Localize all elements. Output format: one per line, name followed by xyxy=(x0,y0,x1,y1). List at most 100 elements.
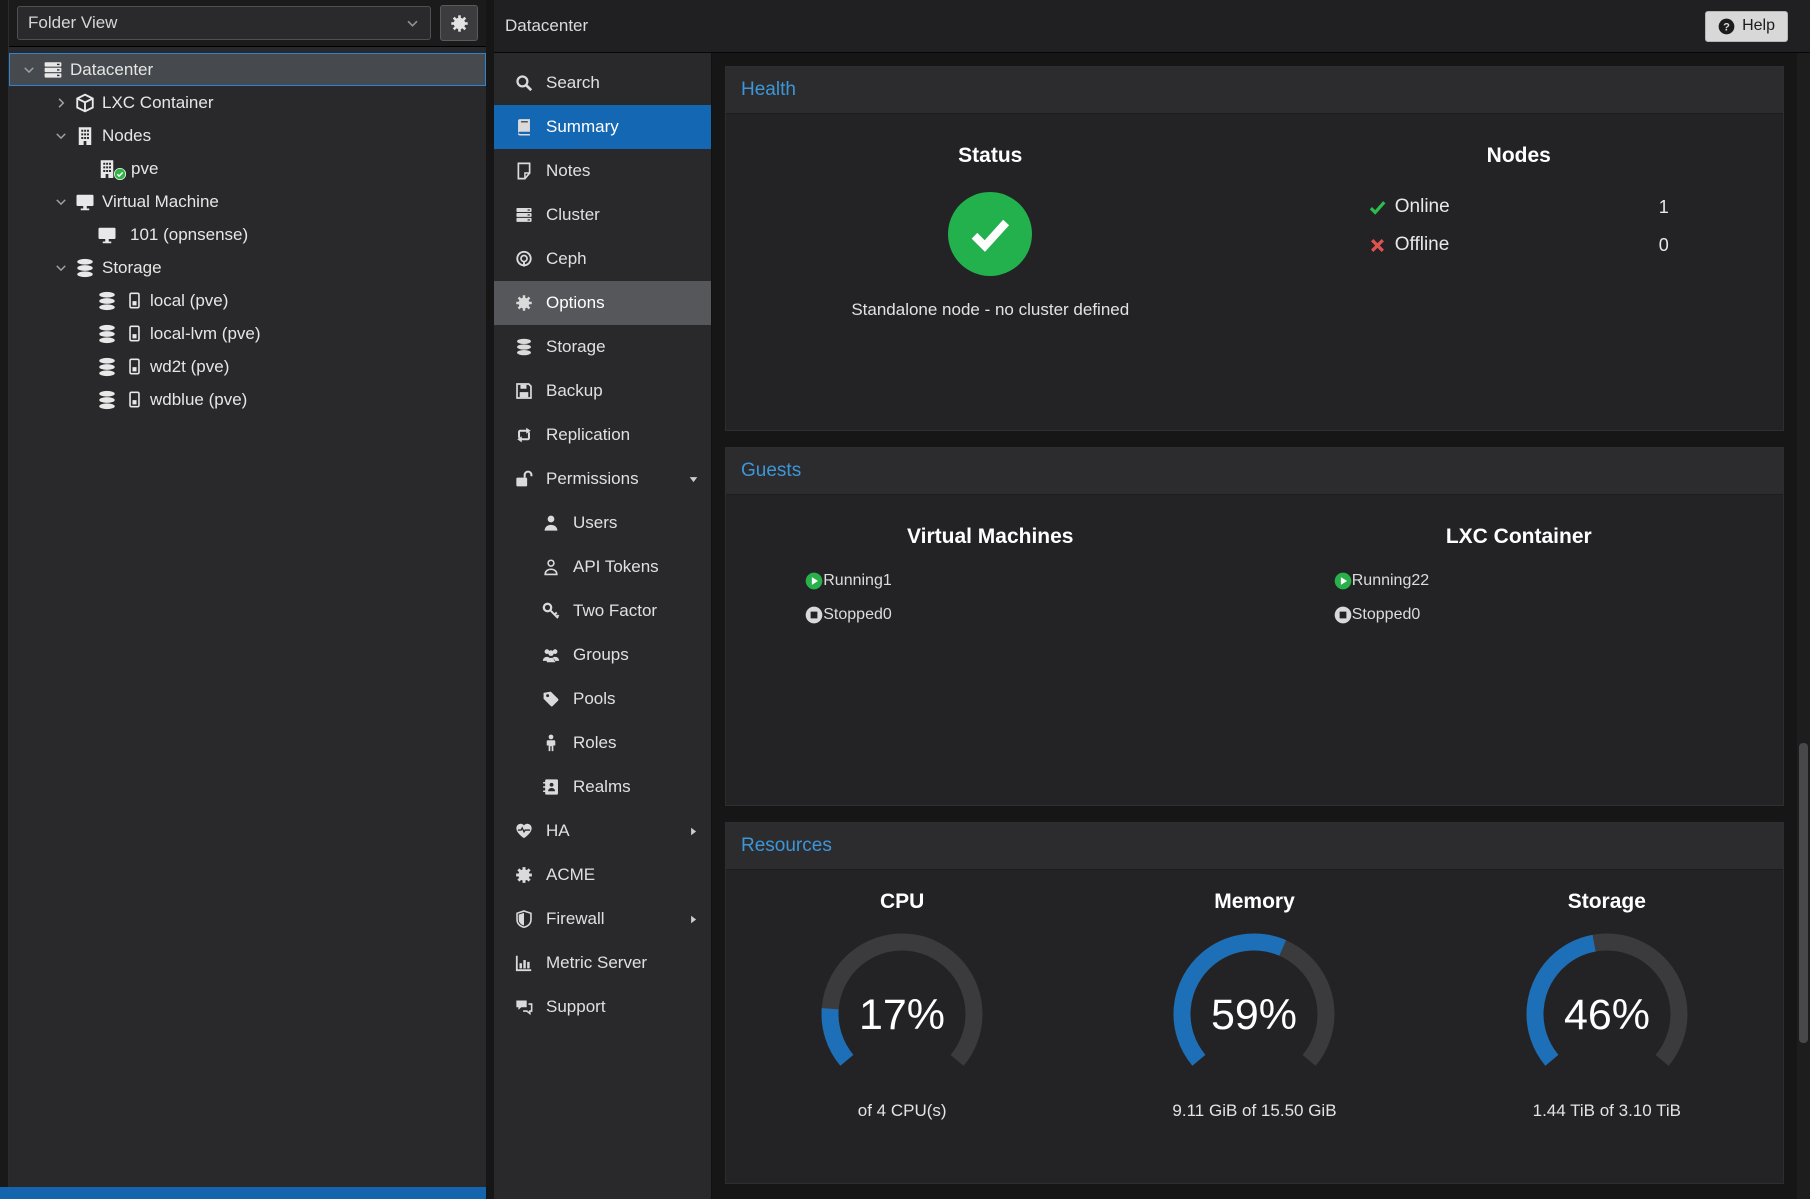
menu-item-cluster[interactable]: Cluster xyxy=(494,193,711,237)
server-stack-icon xyxy=(515,206,533,224)
vm-icon xyxy=(97,225,117,245)
tree-item-lxc-container[interactable]: LXC Container xyxy=(9,86,486,119)
users-icon xyxy=(542,646,560,664)
cluster-status-message: Standalone node - no cluster defined xyxy=(726,300,1255,320)
view-mode-select[interactable]: Folder View xyxy=(17,6,431,40)
section-menu: Search Summary Notes Cluster Ceph Option… xyxy=(494,53,712,1199)
tree-item-storage-local[interactable]: local (pve) xyxy=(9,284,486,317)
menu-item-two-factor[interactable]: Two Factor xyxy=(494,589,711,633)
menu-item-api-tokens[interactable]: API Tokens xyxy=(494,545,711,589)
menu-label: Support xyxy=(546,997,606,1017)
tree-item-label: wd2t (pve) xyxy=(150,357,229,377)
tree-item-storage[interactable]: Storage xyxy=(9,251,486,284)
caret-right-icon xyxy=(688,826,699,837)
view-mode-value: Folder View xyxy=(28,13,117,33)
tree-item-label: Virtual Machine xyxy=(102,192,219,212)
menu-item-groups[interactable]: Groups xyxy=(494,633,711,677)
lxc-running-row: Running 22 xyxy=(1334,569,1704,593)
page-title: Datacenter xyxy=(505,16,588,36)
tree-item-vm-101[interactable]: 101 (opnsense) xyxy=(9,218,486,251)
row-value: 1 xyxy=(1659,197,1669,218)
menu-item-acme[interactable]: ACME xyxy=(494,853,711,897)
menu-item-pools[interactable]: Pools xyxy=(494,677,711,721)
content-header-bar: Datacenter ? Help xyxy=(494,0,1810,53)
help-button[interactable]: ? Help xyxy=(1705,11,1788,42)
resources-panel: Resources CPU 17% of 4 CPU(s) Memory xyxy=(725,822,1784,1184)
menu-item-storage[interactable]: Storage xyxy=(494,325,711,369)
menu-item-realms[interactable]: Realms xyxy=(494,765,711,809)
vm-column: Virtual Machines Running 1 Stopped 0 xyxy=(726,495,1255,805)
menu-label: Backup xyxy=(546,381,603,401)
scrollbar-thumb[interactable] xyxy=(1799,743,1808,1043)
stop-circle-icon xyxy=(1334,606,1352,624)
menu-item-ha[interactable]: HA xyxy=(494,809,711,853)
tree-item-storage-wd2t[interactable]: wd2t (pve) xyxy=(9,350,486,383)
vm-stopped-row: Stopped 0 xyxy=(805,603,1175,627)
row-label: Offline xyxy=(1395,234,1450,256)
menu-label: Replication xyxy=(546,425,630,445)
tree-item-storage-wdblue[interactable]: wdblue (pve) xyxy=(9,383,486,416)
tree-item-label: local (pve) xyxy=(150,291,228,311)
replication-arrows-icon xyxy=(515,426,533,444)
row-value: 0 xyxy=(1411,606,1420,624)
menu-item-permissions[interactable]: Permissions xyxy=(494,457,711,501)
tree-item-pve[interactable]: pve xyxy=(9,152,486,185)
floppy-icon xyxy=(515,382,533,400)
cpu-gauge-column: CPU 17% of 4 CPU(s) xyxy=(726,870,1078,1183)
menu-item-roles[interactable]: Roles xyxy=(494,721,711,765)
monitor-icon xyxy=(75,192,95,212)
chevron-down-icon[interactable] xyxy=(22,63,36,77)
lxc-heading: LXC Container xyxy=(1255,525,1784,549)
row-value: 0 xyxy=(883,606,892,624)
chevron-right-icon[interactable] xyxy=(54,96,68,110)
menu-item-options[interactable]: Options xyxy=(494,281,711,325)
menu-item-backup[interactable]: Backup xyxy=(494,369,711,413)
tree-item-virtual-machine[interactable]: Virtual Machine xyxy=(9,185,486,218)
menu-item-search[interactable]: Search xyxy=(494,61,711,105)
shield-icon xyxy=(515,910,533,928)
menu-item-notes[interactable]: Notes xyxy=(494,149,711,193)
menu-item-summary[interactable]: Summary xyxy=(494,105,711,149)
play-circle-icon xyxy=(805,572,823,590)
online-badge-icon xyxy=(114,168,126,180)
row-label: Stopped xyxy=(1352,606,1412,624)
menu-item-users[interactable]: Users xyxy=(494,501,711,545)
user-outline-icon xyxy=(542,558,560,576)
svg-text:59%: 59% xyxy=(1211,991,1297,1039)
menu-label: Pools xyxy=(573,689,616,709)
health-status-column: Status Standalone node - no cluster defi… xyxy=(726,114,1255,430)
database-icon xyxy=(97,357,117,377)
chevron-down-icon[interactable] xyxy=(54,195,68,209)
menu-item-ceph[interactable]: Ceph xyxy=(494,237,711,281)
menu-label: Notes xyxy=(546,161,590,181)
window-edge xyxy=(0,0,9,1199)
tree-settings-button[interactable] xyxy=(440,5,478,41)
row-label: Running xyxy=(823,572,883,590)
chevron-down-icon[interactable] xyxy=(54,261,68,275)
main-region: Datacenter ? Help Search Summary Notes C… xyxy=(494,0,1810,1199)
health-panel: Health Status Standalone node - no clust… xyxy=(725,66,1784,431)
gear-icon xyxy=(450,14,469,33)
tag-icon xyxy=(542,690,560,708)
database-icon xyxy=(515,338,533,356)
chevron-down-icon[interactable] xyxy=(54,129,68,143)
tree-item-nodes[interactable]: Nodes xyxy=(9,119,486,152)
menu-label: Permissions xyxy=(546,469,639,489)
content-scrollbar[interactable] xyxy=(1797,53,1810,1199)
vm-running-row: Running 1 xyxy=(805,569,1175,593)
health-nodes-column: Nodes Online 1 Offline 0 xyxy=(1255,114,1784,430)
drive-icon xyxy=(126,325,143,342)
storage-heading: Storage xyxy=(1431,890,1783,914)
tree-item-storage-local-lvm[interactable]: local-lvm (pve) xyxy=(9,317,486,350)
resource-tree-panel: Folder View Datacenter LXC Container Nod… xyxy=(9,0,486,1199)
book-icon xyxy=(515,118,533,136)
row-label: Stopped xyxy=(823,606,883,624)
nodes-heading: Nodes xyxy=(1255,144,1784,168)
menu-label: Search xyxy=(546,73,600,93)
menu-item-firewall[interactable]: Firewall xyxy=(494,897,711,941)
tree-item-datacenter[interactable]: Datacenter xyxy=(9,53,486,86)
check-icon xyxy=(1369,199,1386,216)
menu-item-replication[interactable]: Replication xyxy=(494,413,711,457)
menu-item-metric-server[interactable]: Metric Server xyxy=(494,941,711,985)
menu-item-support[interactable]: Support xyxy=(494,985,711,1029)
